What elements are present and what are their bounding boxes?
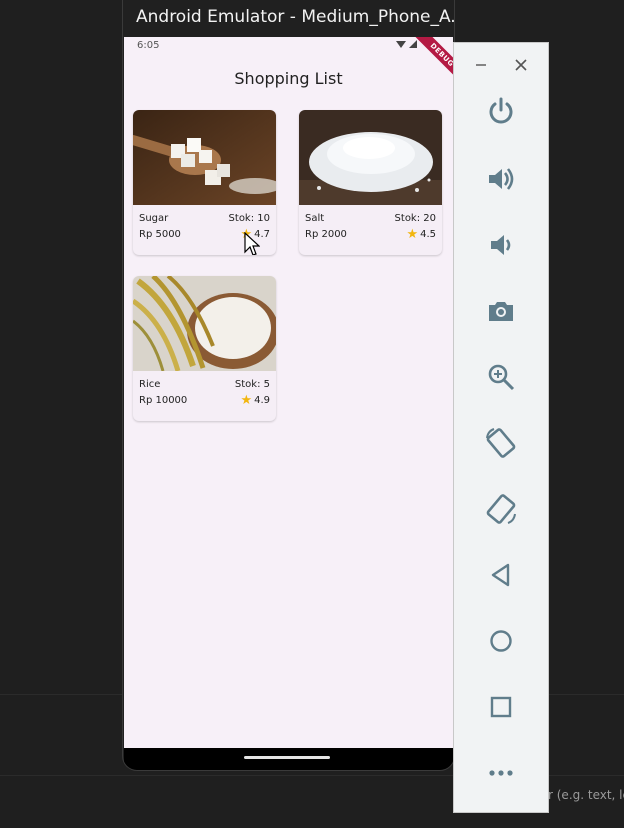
status-icons — [396, 40, 417, 48]
zoom-button[interactable] — [481, 357, 521, 397]
volume-down-icon — [491, 235, 511, 255]
rotate-left-button[interactable] — [481, 423, 521, 463]
close-button[interactable] — [501, 45, 541, 85]
product-price: Rp 10000 — [139, 395, 188, 406]
overview-button[interactable] — [481, 687, 521, 727]
rotate-left-icon — [486, 428, 516, 458]
minimize-icon — [476, 64, 486, 66]
camera-icon — [489, 302, 513, 321]
product-name: Sugar — [139, 213, 169, 224]
power-button[interactable] — [481, 91, 521, 131]
star-icon: ★ — [240, 392, 253, 408]
product-rating: ★ 4.5 — [406, 226, 436, 242]
power-icon — [489, 97, 513, 124]
rating-value: 4.9 — [254, 395, 270, 406]
zoom-icon — [488, 364, 515, 391]
emulator-window: Android Emulator - Medium_Phone_A... 6:0… — [123, 0, 454, 770]
product-price: Rp 5000 — [139, 229, 181, 240]
back-icon — [491, 563, 510, 587]
rating-value: 4.5 — [420, 229, 436, 240]
star-icon: ★ — [406, 226, 419, 242]
mouse-cursor-icon — [244, 232, 260, 255]
overview-icon — [490, 696, 512, 718]
product-image-salt — [299, 110, 442, 205]
home-button[interactable] — [481, 621, 521, 661]
gesture-handle[interactable] — [244, 756, 330, 759]
product-stock: Stok: 10 — [228, 213, 270, 224]
status-bar: 6:05 — [124, 37, 453, 59]
volume-down-button[interactable] — [481, 225, 521, 265]
rotate-right-icon — [486, 494, 516, 524]
phone-screen[interactable]: 6:05 DEBUG Shopping List Sugar Stok: 10 … — [124, 37, 453, 748]
product-card-rice[interactable]: Rice Stok: 5 Rp 10000 ★ 4.9 — [133, 276, 276, 421]
product-price: Rp 2000 — [305, 229, 347, 240]
close-icon — [515, 59, 527, 71]
back-button[interactable] — [481, 555, 521, 595]
window-title: Android Emulator - Medium_Phone_A... — [136, 7, 454, 27]
emulator-titlebar[interactable]: Android Emulator - Medium_Phone_A... — [123, 0, 454, 38]
volume-up-button[interactable] — [481, 159, 521, 199]
screenshot-button[interactable] — [481, 291, 521, 331]
product-name: Salt — [305, 213, 325, 224]
page-title: Shopping List — [234, 69, 343, 88]
emulator-toolbar — [453, 42, 549, 813]
rotate-right-button[interactable] — [481, 489, 521, 529]
product-card-sugar[interactable]: Sugar Stok: 10 Rp 5000 ★ 4.7 — [133, 110, 276, 255]
wifi-icon — [396, 40, 406, 48]
volume-up-icon — [489, 168, 514, 190]
signal-icon — [409, 40, 417, 48]
product-card-salt[interactable]: Salt Stok: 20 Rp 2000 ★ 4.5 — [299, 110, 442, 255]
search-hint-text: r (e.g. text, le — [548, 788, 624, 802]
minimize-button[interactable] — [461, 45, 501, 85]
status-time: 6:05 — [137, 40, 160, 51]
product-rating: ★ 4.9 — [240, 392, 270, 408]
product-stock: Stok: 20 — [394, 213, 436, 224]
product-name: Rice — [139, 379, 161, 390]
navigation-bar — [124, 748, 453, 770]
product-image-rice — [133, 276, 276, 371]
product-stock: Stok: 5 — [234, 379, 270, 390]
more-button[interactable] — [481, 753, 521, 793]
more-icon — [489, 770, 513, 776]
product-image-sugar — [133, 110, 276, 205]
home-icon — [490, 630, 512, 652]
